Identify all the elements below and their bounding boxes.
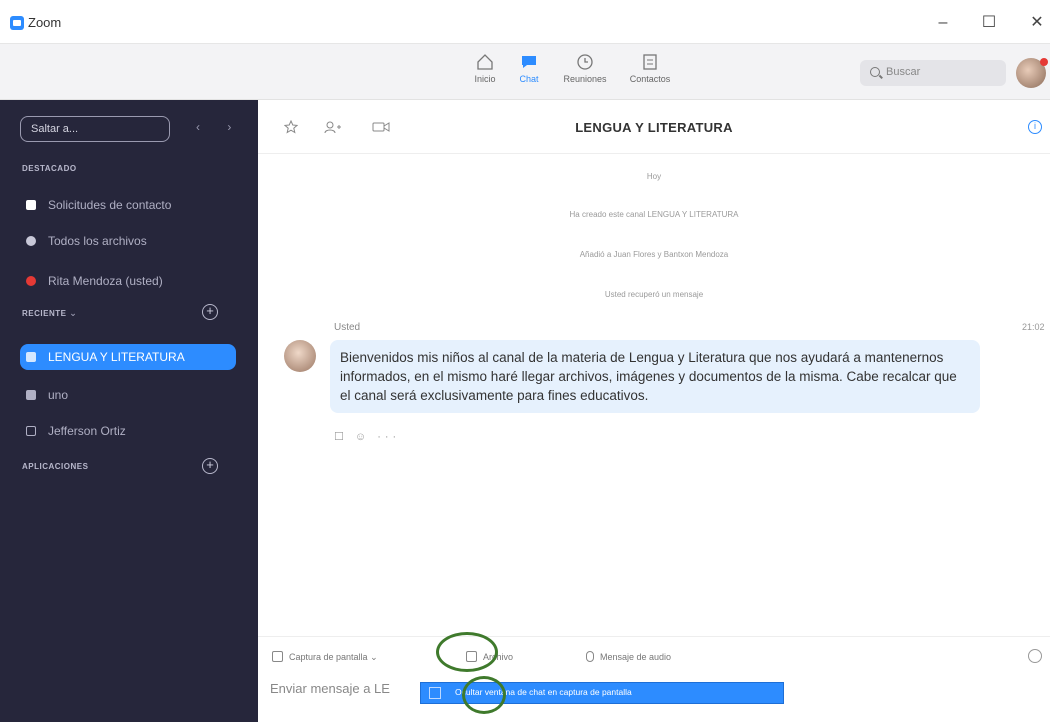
contacts-icon <box>643 54 657 70</box>
search-icon <box>870 67 880 77</box>
message-bubble: Bienvenidos mis niños al canal de la mat… <box>330 340 980 413</box>
sidebar-item-label: uno <box>48 388 69 402</box>
sidebar-item-contact-requests[interactable]: Solicitudes de contacto <box>20 192 236 218</box>
sidebar-item-label: LENGUA Y LITERATURA <box>48 350 185 364</box>
composer: Captura de pantalla ⌄ Archivo Mensaje de… <box>258 636 1050 722</box>
tab-label: Contactos <box>629 74 671 84</box>
system-message: Añadió a Juan Flores y Bantxon Mendoza <box>579 250 729 259</box>
audio-message-button[interactable]: Mensaje de audio <box>586 651 671 662</box>
tab-label: Reuniones <box>563 74 607 84</box>
channel-icon <box>26 390 36 400</box>
files-icon <box>26 236 36 246</box>
top-nav: Inicio Chat Reuniones Contactos Buscar <box>0 44 1050 100</box>
tab-reuniones[interactable]: Reuniones <box>555 52 615 84</box>
section-title-starred: DESTACADO <box>22 164 77 173</box>
tab-chat[interactable]: Chat <box>499 52 559 84</box>
channel-icon <box>26 352 36 362</box>
chat-icon <box>522 56 536 68</box>
microphone-icon <box>586 651 594 662</box>
screenshot-icon <box>272 651 283 662</box>
chat-header: LENGUA Y LITERATURA i <box>258 100 1050 154</box>
search-placeholder: Buscar <box>886 66 921 78</box>
emoji-icon[interactable] <box>1028 649 1042 663</box>
app-title: Zoom <box>28 15 62 30</box>
sidebar-item-label: Jefferson Ortiz <box>48 424 126 438</box>
sidebar-item-lengua-literatura[interactable]: LENGUA Y LITERATURA <box>20 344 236 370</box>
clock-icon <box>577 54 593 70</box>
sidebar: Saltar a... ‹ › DESTACADO Solicitudes de… <box>0 100 258 722</box>
message-actions[interactable]: ☐ ☺ ··· <box>334 430 400 443</box>
home-icon <box>477 54 493 70</box>
contact-request-icon <box>26 200 36 210</box>
close-button[interactable]: ✕ <box>1022 10 1050 36</box>
add-app-icon[interactable]: + <box>202 458 218 474</box>
tab-label: Chat <box>519 74 539 84</box>
sidebar-item-uno[interactable]: uno <box>20 382 236 408</box>
message-sender: Usted <box>334 322 361 333</box>
tab-contactos[interactable]: Contactos <box>620 52 680 84</box>
sidebar-item-label: Solicitudes de contacto <box>48 198 172 212</box>
jump-placeholder: Saltar a... <box>31 123 79 135</box>
user-icon <box>26 426 36 436</box>
info-icon[interactable]: i <box>1028 120 1042 134</box>
maximize-button[interactable]: ☐ <box>974 10 1004 36</box>
checkbox[interactable] <box>429 687 441 699</box>
zoom-logo-icon <box>10 16 24 30</box>
message-time: 21:02 <box>1022 322 1045 332</box>
sidebar-item-label: Rita Mendoza (usted) <box>48 274 163 288</box>
profile-avatar[interactable] <box>1016 58 1048 88</box>
sidebar-item-all-files[interactable]: Todos los archivos <box>20 228 236 254</box>
sender-avatar[interactable] <box>284 340 316 372</box>
chat-panel: LENGUA Y LITERATURA i Hoy Ha creado este… <box>258 100 1050 722</box>
system-message: Usted recuperó un mensaje <box>604 290 704 299</box>
history-arrows[interactable]: ‹ › <box>196 120 243 134</box>
status-dot-icon <box>1040 58 1048 66</box>
highlight-circle <box>436 632 498 672</box>
add-recent-icon[interactable]: + <box>202 304 218 320</box>
user-icon <box>26 276 36 286</box>
minimize-button[interactable]: – <box>928 10 958 36</box>
date-divider: Hoy <box>646 172 662 181</box>
highlight-circle <box>462 676 506 714</box>
section-title-apps: APLICACIONES <box>22 462 89 471</box>
sidebar-item-self[interactable]: Rita Mendoza (usted) <box>20 268 236 294</box>
message-input[interactable]: Enviar mensaje a LE <box>270 681 390 696</box>
sidebar-item-label: Todos los archivos <box>48 234 147 248</box>
channel-title: LENGUA Y LITERATURA <box>575 120 733 135</box>
tab-label: Inicio <box>474 74 496 84</box>
screenshot-dropdown-caret[interactable]: ⌄ <box>370 652 378 662</box>
screenshot-button[interactable]: Captura de pantalla ⌄ <box>272 651 378 663</box>
search-input[interactable]: Buscar <box>860 60 1006 86</box>
section-title-recent: RECIENTE ⌄ <box>22 308 78 318</box>
sidebar-item-jefferson-ortiz[interactable]: Jefferson Ortiz <box>20 418 236 444</box>
title-bar: Zoom – ☐ ✕ <box>0 0 1050 44</box>
system-message: Ha creado este canal LENGUA Y LITERATURA <box>569 210 739 219</box>
jump-to-input[interactable]: Saltar a... <box>20 116 170 142</box>
